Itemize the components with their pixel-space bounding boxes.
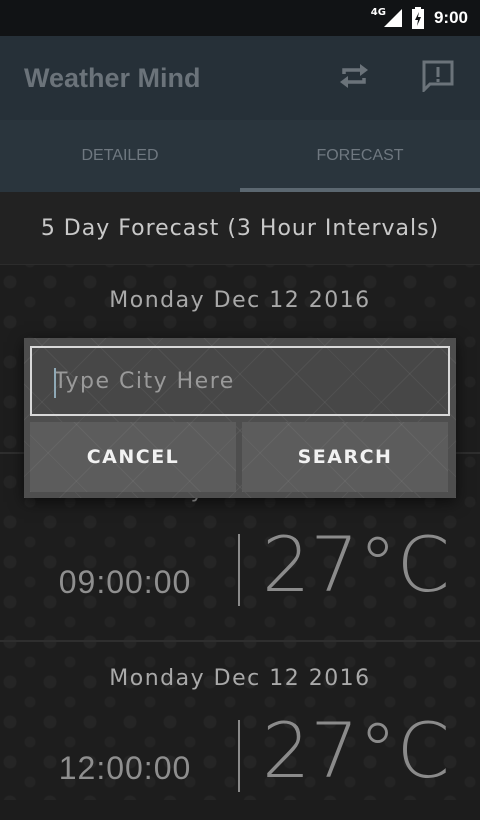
divider	[0, 640, 480, 642]
section-title: 5 Day Forecast (3 Hour Intervals)	[0, 192, 480, 265]
forecast-time: 12:00:00	[58, 750, 192, 786]
tab-forecast[interactable]: FORECAST	[240, 120, 480, 192]
forecast-temperature: 27°C	[262, 520, 450, 609]
refresh-button[interactable]	[336, 58, 372, 94]
city-input[interactable]	[30, 346, 450, 416]
feedback-button[interactable]	[420, 58, 456, 94]
tab-bar: DETAILED FORECAST	[0, 120, 480, 192]
app-actions	[336, 58, 456, 94]
forecast-time: 09:00:00	[58, 564, 192, 600]
status-bar: 4G 9:00	[0, 0, 480, 36]
city-search-dialog: CANCEL SEARCH	[24, 338, 456, 498]
app-bar: Weather Mind	[0, 36, 480, 120]
forecast-date: Monday Dec 12 2016	[109, 666, 371, 691]
tab-detailed[interactable]: DETAILED	[0, 120, 240, 192]
forecast-entry: 12:00:00 27°C	[0, 706, 480, 820]
app-title: Weather Mind	[24, 62, 201, 93]
status-time: 9:00	[433, 8, 468, 27]
vertical-divider	[238, 720, 240, 792]
signal-icon	[383, 9, 402, 27]
search-button[interactable]: SEARCH	[242, 422, 448, 492]
vertical-divider	[238, 534, 240, 606]
forecast-entry: 09:00:00 27°C	[0, 520, 480, 634]
cancel-button[interactable]: CANCEL	[30, 422, 236, 492]
forecast-date: Monday Dec 12 2016	[109, 288, 371, 313]
battery-charging-icon	[411, 7, 424, 29]
forecast-temperature: 27°C	[262, 706, 450, 795]
text-cursor	[54, 368, 56, 398]
network-type: 4G	[370, 6, 386, 18]
repeat-icon	[340, 64, 368, 88]
feedback-icon	[422, 60, 454, 92]
